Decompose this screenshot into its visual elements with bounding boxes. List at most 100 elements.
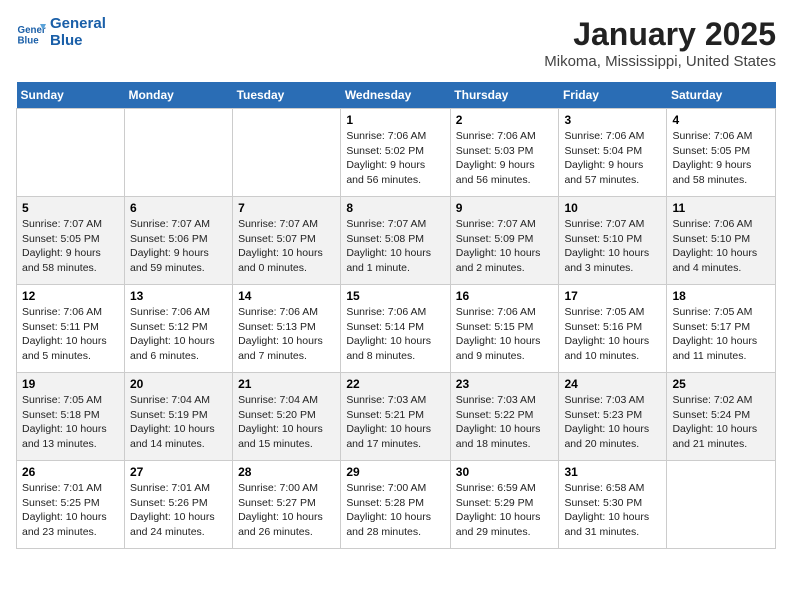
day-info: Sunrise: 6:59 AMSunset: 5:29 PMDaylight:… [456, 481, 554, 540]
day-number: 2 [456, 113, 554, 127]
calendar-cell: 1Sunrise: 7:06 AMSunset: 5:02 PMDaylight… [341, 109, 450, 197]
logo-line1: General [50, 16, 106, 33]
logo: General Blue General Blue [16, 16, 106, 49]
calendar-cell: 26Sunrise: 7:01 AMSunset: 5:25 PMDayligh… [17, 461, 125, 549]
day-info: Sunrise: 7:05 AMSunset: 5:16 PMDaylight:… [564, 305, 661, 364]
day-info: Sunrise: 7:00 AMSunset: 5:27 PMDaylight:… [238, 481, 335, 540]
day-number: 18 [672, 289, 770, 303]
calendar-title: January 2025 [544, 16, 776, 53]
day-number: 6 [130, 201, 227, 215]
weekday-header-thursday: Thursday [450, 82, 559, 109]
day-number: 15 [346, 289, 444, 303]
calendar-cell: 18 Sunrise: 7:05 AMSunset: 5:17 PMDayligh… [667, 285, 776, 373]
day-number: 5 [22, 201, 119, 215]
day-info: Sunrise: 7:01 AMSunset: 5:25 PMDaylight:… [22, 481, 119, 540]
day-number: 27 [130, 465, 227, 479]
day-number: 1 [346, 113, 444, 127]
day-number: 10 [564, 201, 661, 215]
calendar-cell [17, 109, 125, 197]
day-number: 24 [564, 377, 661, 391]
day-info: Sunrise: 7:03 AMSunset: 5:22 PMDaylight:… [456, 393, 554, 452]
day-info: Sunrise: 7:06 AMSunset: 5:13 PMDaylight:… [238, 305, 335, 364]
day-number: 29 [346, 465, 444, 479]
calendar-table: SundayMondayTuesdayWednesdayThursdayFrid… [16, 82, 776, 549]
day-info: Sunrise: 7:06 AMSunset: 5:11 PMDaylight:… [22, 305, 119, 364]
day-info: Sunrise: 7:06 AMSunset: 5:05 PMDaylight:… [672, 129, 770, 188]
calendar-cell: 31Sunrise: 6:58 AMSunset: 5:30 PMDayligh… [559, 461, 667, 549]
day-number: 16 [456, 289, 554, 303]
day-info: Sunrise: 7:07 AMSunset: 5:10 PMDaylight:… [564, 217, 661, 276]
day-number: 11 [672, 201, 770, 215]
calendar-cell: 25 Sunrise: 7:02 AMSunset: 5:24 PMDayligh… [667, 373, 776, 461]
calendar-week-2: 5 Sunrise: 7:07 AMSunset: 5:05 PMDaylight… [17, 197, 776, 285]
day-number: 21 [238, 377, 335, 391]
calendar-cell: 14 Sunrise: 7:06 AMSunset: 5:13 PMDayligh… [233, 285, 341, 373]
calendar-cell: 17 Sunrise: 7:05 AMSunset: 5:16 PMDayligh… [559, 285, 667, 373]
calendar-week-5: 26Sunrise: 7:01 AMSunset: 5:25 PMDayligh… [17, 461, 776, 549]
day-number: 9 [456, 201, 554, 215]
day-info: Sunrise: 7:07 AMSunset: 5:09 PMDaylight:… [456, 217, 554, 276]
calendar-cell: 19 Sunrise: 7:05 AMSunset: 5:18 PMDayligh… [17, 373, 125, 461]
calendar-cell: 3Sunrise: 7:06 AMSunset: 5:04 PMDaylight… [559, 109, 667, 197]
day-info: Sunrise: 7:06 AMSunset: 5:14 PMDaylight:… [346, 305, 444, 364]
calendar-cell: 10 Sunrise: 7:07 AMSunset: 5:10 PMDayligh… [559, 197, 667, 285]
calendar-cell: 6 Sunrise: 7:07 AMSunset: 5:06 PMDaylight… [124, 197, 232, 285]
day-info: Sunrise: 7:03 AMSunset: 5:21 PMDaylight:… [346, 393, 444, 452]
day-number: 25 [672, 377, 770, 391]
calendar-week-3: 12Sunrise: 7:06 AMSunset: 5:11 PMDayligh… [17, 285, 776, 373]
calendar-cell: 30 Sunrise: 6:59 AMSunset: 5:29 PMDayligh… [450, 461, 559, 549]
calendar-cell [124, 109, 232, 197]
calendar-cell: 22 Sunrise: 7:03 AMSunset: 5:21 PMDayligh… [341, 373, 450, 461]
weekday-header-wednesday: Wednesday [341, 82, 450, 109]
day-info: Sunrise: 7:07 AMSunset: 5:05 PMDaylight:… [22, 217, 119, 276]
day-info: Sunrise: 7:01 AMSunset: 5:26 PMDaylight:… [130, 481, 227, 540]
weekday-header-tuesday: Tuesday [233, 82, 341, 109]
day-number: 4 [672, 113, 770, 127]
day-info: Sunrise: 7:07 AMSunset: 5:07 PMDaylight:… [238, 217, 335, 276]
day-info: Sunrise: 7:03 AMSunset: 5:23 PMDaylight:… [564, 393, 661, 452]
day-number: 28 [238, 465, 335, 479]
calendar-week-1: 1Sunrise: 7:06 AMSunset: 5:02 PMDaylight… [17, 109, 776, 197]
day-number: 22 [346, 377, 444, 391]
calendar-cell: 4 Sunrise: 7:06 AMSunset: 5:05 PMDaylight… [667, 109, 776, 197]
calendar-cell: 20 Sunrise: 7:04 AMSunset: 5:19 PMDayligh… [124, 373, 232, 461]
day-number: 19 [22, 377, 119, 391]
page-header: General Blue General Blue January 2025 M… [16, 16, 776, 70]
day-info: Sunrise: 7:05 AMSunset: 5:17 PMDaylight:… [672, 305, 770, 364]
logo-icon: General Blue [16, 18, 46, 48]
calendar-cell: 24 Sunrise: 7:03 AMSunset: 5:23 PMDayligh… [559, 373, 667, 461]
day-info: Sunrise: 7:06 AMSunset: 5:10 PMDaylight:… [672, 217, 770, 276]
calendar-subtitle: Mikoma, Mississippi, United States [544, 53, 776, 70]
day-info: Sunrise: 7:04 AMSunset: 5:19 PMDaylight:… [130, 393, 227, 452]
calendar-body: 1Sunrise: 7:06 AMSunset: 5:02 PMDaylight… [17, 109, 776, 549]
day-number: 20 [130, 377, 227, 391]
calendar-cell: 12Sunrise: 7:06 AMSunset: 5:11 PMDayligh… [17, 285, 125, 373]
calendar-cell: 28 Sunrise: 7:00 AMSunset: 5:27 PMDayligh… [233, 461, 341, 549]
day-info: Sunrise: 7:00 AMSunset: 5:28 PMDaylight:… [346, 481, 444, 540]
day-info: Sunrise: 7:05 AMSunset: 5:18 PMDaylight:… [22, 393, 119, 452]
calendar-cell: 16Sunrise: 7:06 AMSunset: 5:15 PMDayligh… [450, 285, 559, 373]
calendar-cell: 15 Sunrise: 7:06 AMSunset: 5:14 PMDayligh… [341, 285, 450, 373]
calendar-header: SundayMondayTuesdayWednesdayThursdayFrid… [17, 82, 776, 109]
day-number: 3 [564, 113, 661, 127]
day-number: 17 [564, 289, 661, 303]
day-info: Sunrise: 7:07 AMSunset: 5:06 PMDaylight:… [130, 217, 227, 276]
weekday-header-friday: Friday [559, 82, 667, 109]
calendar-cell: 5 Sunrise: 7:07 AMSunset: 5:05 PMDaylight… [17, 197, 125, 285]
calendar-cell: 11 Sunrise: 7:06 AMSunset: 5:10 PMDayligh… [667, 197, 776, 285]
calendar-cell: 29 Sunrise: 7:00 AMSunset: 5:28 PMDayligh… [341, 461, 450, 549]
calendar-cell: 8Sunrise: 7:07 AMSunset: 5:08 PMDaylight… [341, 197, 450, 285]
calendar-cell: 7 Sunrise: 7:07 AMSunset: 5:07 PMDaylight… [233, 197, 341, 285]
day-number: 14 [238, 289, 335, 303]
day-number: 30 [456, 465, 554, 479]
day-number: 23 [456, 377, 554, 391]
calendar-cell: 23 Sunrise: 7:03 AMSunset: 5:22 PMDayligh… [450, 373, 559, 461]
calendar-cell [667, 461, 776, 549]
day-info: Sunrise: 7:02 AMSunset: 5:24 PMDaylight:… [672, 393, 770, 452]
day-info: Sunrise: 7:06 AMSunset: 5:03 PMDaylight:… [456, 129, 554, 188]
day-number: 7 [238, 201, 335, 215]
calendar-cell: 21Sunrise: 7:04 AMSunset: 5:20 PMDayligh… [233, 373, 341, 461]
logo-line2: Blue [50, 33, 106, 50]
title-block: January 2025 Mikoma, Mississippi, United… [544, 16, 776, 70]
weekday-header-monday: Monday [124, 82, 232, 109]
